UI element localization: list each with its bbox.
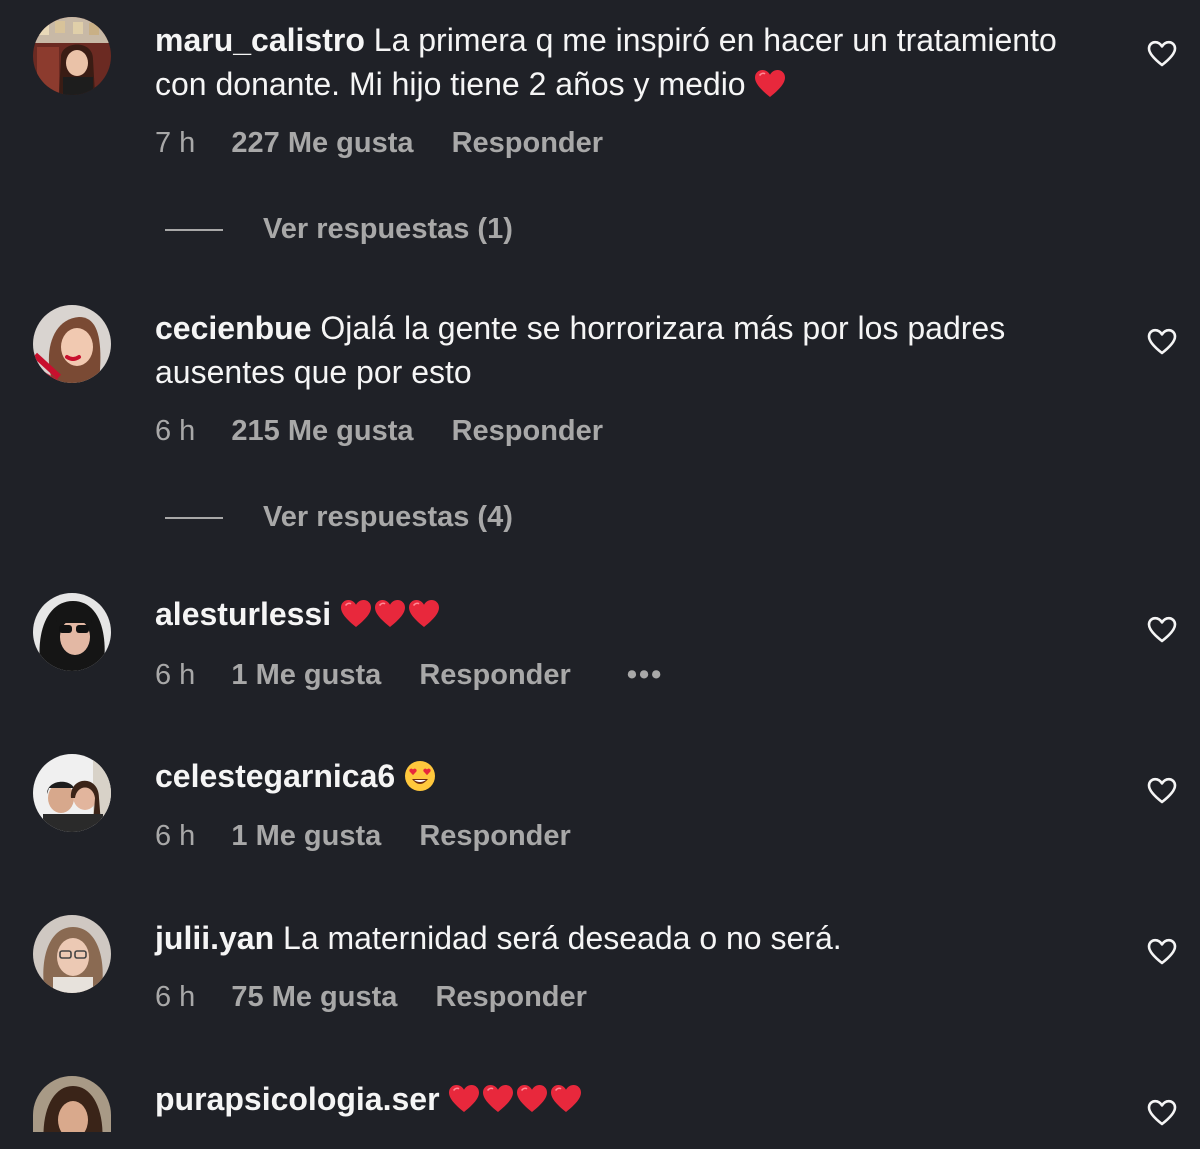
comment-time: 7 h: [155, 127, 196, 159]
comment-likes[interactable]: 1 Me gusta: [231, 659, 381, 691]
avatar[interactable]: [33, 1076, 111, 1132]
red-heart-emoji-icon: [550, 1084, 582, 1114]
red-heart-emoji-icon: [448, 1084, 480, 1114]
view-replies-button[interactable]: Ver respuestas (1): [165, 211, 513, 247]
comment-text: cecienbue Ojalá la gente se horrorizara …: [155, 306, 1105, 394]
comment-text: maru_calistro La primera q me inspiró en…: [155, 18, 1105, 106]
comment-meta: 6 h 1 Me gusta Responder •••: [155, 657, 663, 693]
comment-text: celestegarnica6: [155, 754, 1105, 798]
reply-button[interactable]: Responder: [452, 127, 603, 159]
comment-likes[interactable]: 75 Me gusta: [231, 981, 397, 1013]
avatar[interactable]: [33, 17, 111, 95]
comment-username[interactable]: alesturlessi: [155, 596, 331, 632]
reply-button[interactable]: Responder: [419, 659, 570, 691]
comment-likes[interactable]: 227 Me gusta: [231, 127, 413, 159]
comment-time: 6 h: [155, 981, 196, 1013]
avatar[interactable]: [33, 754, 111, 832]
heart-outline-icon[interactable]: [1146, 937, 1178, 967]
view-replies-label: Ver respuestas (1): [263, 213, 513, 245]
comment-text: alesturlessi: [155, 592, 1105, 636]
red-heart-emoji-icon: [408, 599, 440, 629]
comment-likes[interactable]: 215 Me gusta: [231, 415, 413, 447]
heart-outline-icon[interactable]: [1146, 776, 1178, 806]
comment-text: julii.yan La maternidad será deseada o n…: [155, 916, 1105, 960]
avatar[interactable]: [33, 593, 111, 671]
comment-time: 6 h: [155, 659, 196, 691]
heart-outline-icon[interactable]: [1146, 615, 1178, 645]
comment-username[interactable]: cecienbue: [155, 310, 312, 346]
comment-likes[interactable]: 1 Me gusta: [231, 820, 381, 852]
comment-time: 6 h: [155, 415, 196, 447]
red-heart-emoji-icon: [374, 599, 406, 629]
comment-username[interactable]: celestegarnica6: [155, 758, 395, 794]
red-heart-emoji-icon: [516, 1084, 548, 1114]
comment-username[interactable]: maru_calistro: [155, 22, 365, 58]
reply-button[interactable]: Responder: [419, 820, 570, 852]
replies-divider-line: [165, 229, 223, 232]
reply-button[interactable]: Responder: [435, 981, 586, 1013]
view-replies-button[interactable]: Ver respuestas (4): [165, 499, 513, 535]
replies-divider-line: [165, 517, 223, 520]
comment-meta: 6 h 1 Me gusta Responder: [155, 818, 571, 854]
comment-username[interactable]: purapsicologia.ser: [155, 1081, 440, 1117]
comment-meta: 7 h 227 Me gusta Responder: [155, 125, 603, 161]
comment-body: La maternidad será deseada o no será.: [283, 920, 842, 956]
heart-outline-icon[interactable]: [1146, 327, 1178, 357]
reply-button[interactable]: Responder: [452, 415, 603, 447]
comment-meta: 6 h 215 Me gusta Responder: [155, 413, 603, 449]
avatar[interactable]: [33, 915, 111, 993]
red-heart-emoji-icon: [340, 599, 372, 629]
comment-meta: 6 h 75 Me gusta Responder: [155, 979, 587, 1015]
view-replies-label: Ver respuestas (4): [263, 501, 513, 533]
red-heart-emoji-icon: [754, 69, 786, 99]
avatar[interactable]: [33, 305, 111, 383]
heart-eyes-emoji-icon: [404, 760, 436, 792]
heart-outline-icon[interactable]: [1146, 39, 1178, 69]
comment-text: purapsicologia.ser: [155, 1077, 1105, 1121]
red-heart-emoji-icon: [482, 1084, 514, 1114]
comment-time: 6 h: [155, 820, 196, 852]
heart-outline-icon[interactable]: [1146, 1098, 1178, 1128]
comment-username[interactable]: julii.yan: [155, 920, 274, 956]
more-options-icon[interactable]: •••: [627, 659, 663, 691]
